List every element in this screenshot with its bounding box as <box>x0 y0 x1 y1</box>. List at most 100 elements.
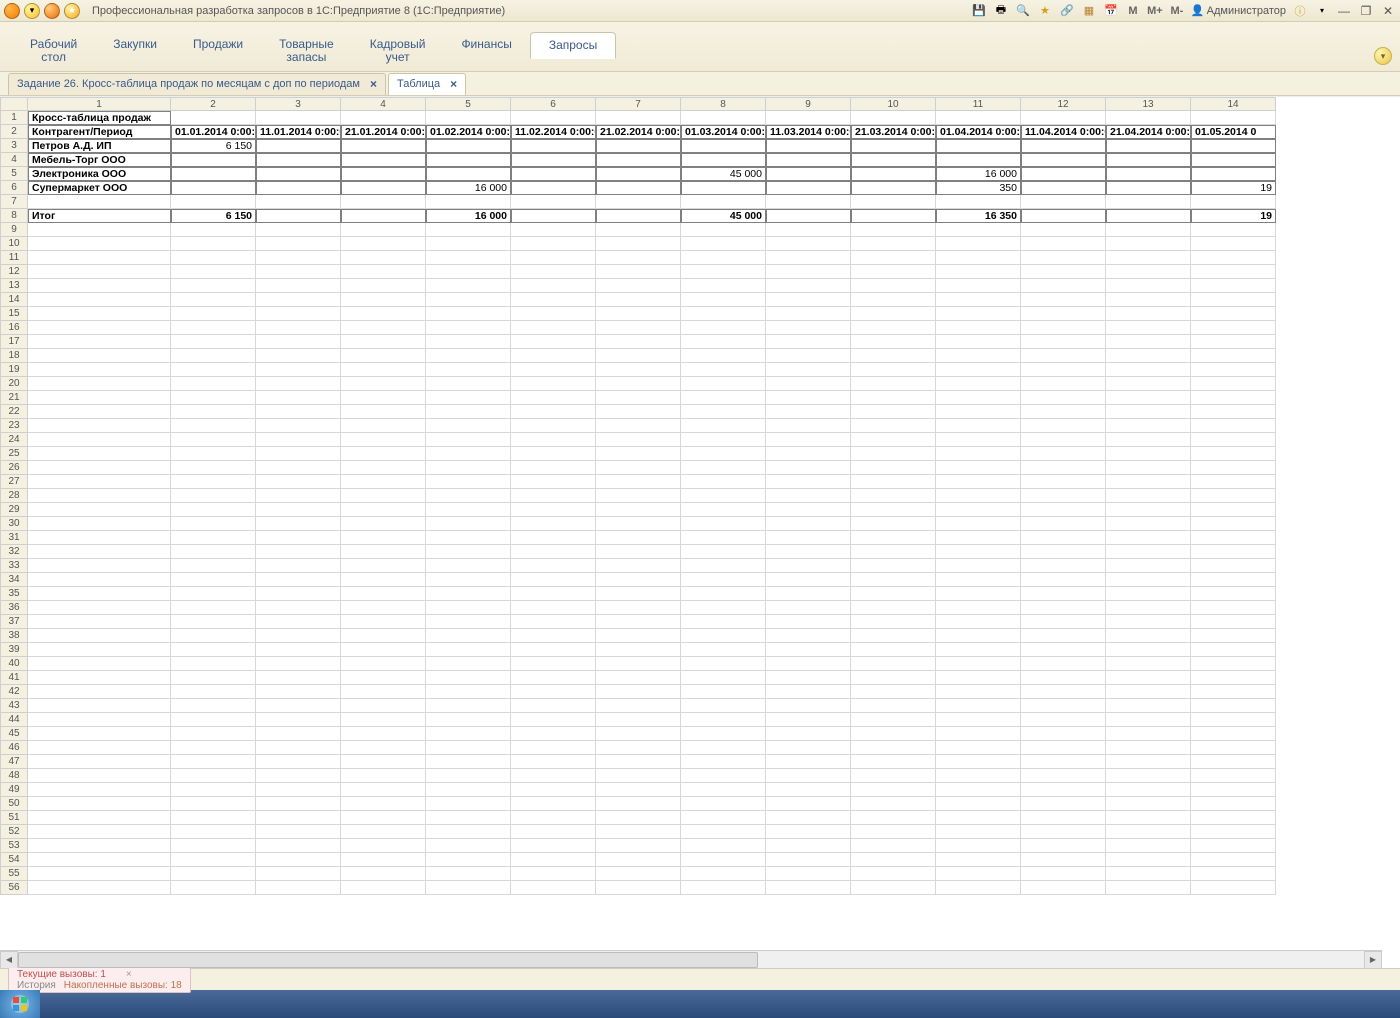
cell[interactable] <box>1021 349 1106 363</box>
column-header[interactable]: 1 <box>28 97 171 111</box>
cell[interactable] <box>511 167 596 181</box>
cell[interactable] <box>936 335 1021 349</box>
cell[interactable] <box>426 391 511 405</box>
cell[interactable] <box>426 615 511 629</box>
row-header[interactable]: 55 <box>0 867 28 881</box>
cell[interactable] <box>171 531 256 545</box>
cell[interactable] <box>171 111 256 125</box>
cell[interactable] <box>171 517 256 531</box>
cell[interactable] <box>936 279 1021 293</box>
cell[interactable] <box>511 391 596 405</box>
cell[interactable] <box>171 755 256 769</box>
cell[interactable] <box>511 265 596 279</box>
cell[interactable] <box>1021 545 1106 559</box>
cell[interactable] <box>341 769 426 783</box>
cell[interactable] <box>1106 139 1191 153</box>
cell[interactable] <box>511 657 596 671</box>
cell[interactable] <box>681 587 766 601</box>
cell[interactable] <box>596 587 681 601</box>
cell[interactable] <box>596 293 681 307</box>
taskbar-item[interactable] <box>293 991 333 1017</box>
row-header[interactable]: 54 <box>0 853 28 867</box>
cell[interactable] <box>1106 433 1191 447</box>
cell[interactable] <box>681 461 766 475</box>
cell[interactable] <box>341 517 426 531</box>
cell[interactable] <box>341 797 426 811</box>
row-header[interactable]: 25 <box>0 447 28 461</box>
cell[interactable] <box>341 293 426 307</box>
row-header[interactable]: 52 <box>0 825 28 839</box>
row-header[interactable]: 14 <box>0 293 28 307</box>
cell[interactable] <box>851 573 936 587</box>
cell[interactable] <box>766 657 851 671</box>
cell[interactable] <box>256 867 341 881</box>
cell[interactable]: Кросс-таблица продаж <box>28 111 171 125</box>
cell[interactable] <box>1021 811 1106 825</box>
nav-back-icon[interactable]: ▾ <box>24 3 40 19</box>
cell[interactable] <box>171 251 256 265</box>
cell[interactable] <box>1191 489 1276 503</box>
cell[interactable] <box>681 139 766 153</box>
cell[interactable] <box>681 657 766 671</box>
cell[interactable] <box>1106 587 1191 601</box>
cell[interactable]: 6 150 <box>171 139 256 153</box>
cell[interactable] <box>766 181 851 195</box>
cell[interactable] <box>1191 377 1276 391</box>
cell[interactable] <box>596 391 681 405</box>
column-header[interactable]: 14 <box>1191 97 1276 111</box>
row-header[interactable]: 19 <box>0 363 28 377</box>
cell[interactable] <box>256 713 341 727</box>
cell[interactable] <box>851 391 936 405</box>
cell[interactable] <box>1191 503 1276 517</box>
cell[interactable] <box>1106 783 1191 797</box>
cell[interactable] <box>936 853 1021 867</box>
cell[interactable] <box>936 797 1021 811</box>
cell[interactable] <box>1021 503 1106 517</box>
cell[interactable] <box>28 811 171 825</box>
cell[interactable] <box>596 671 681 685</box>
cell[interactable] <box>851 797 936 811</box>
cell[interactable] <box>596 223 681 237</box>
cell[interactable] <box>28 727 171 741</box>
cell[interactable] <box>596 825 681 839</box>
cell[interactable] <box>1191 391 1276 405</box>
cell[interactable] <box>1106 657 1191 671</box>
cell[interactable]: Супермаркет ООО <box>28 181 171 195</box>
cell[interactable] <box>28 825 171 839</box>
cell[interactable] <box>28 741 171 755</box>
cell[interactable] <box>256 685 341 699</box>
cell[interactable] <box>936 377 1021 391</box>
cell[interactable] <box>341 685 426 699</box>
cell[interactable] <box>341 475 426 489</box>
cell[interactable] <box>171 307 256 321</box>
expand-panel-button[interactable]: ▾ <box>1374 47 1392 65</box>
cell[interactable] <box>1191 363 1276 377</box>
cell[interactable] <box>681 223 766 237</box>
cell[interactable] <box>256 111 341 125</box>
cell[interactable] <box>511 811 596 825</box>
column-header[interactable]: 11 <box>936 97 1021 111</box>
row-header[interactable]: 34 <box>0 573 28 587</box>
cell[interactable] <box>1106 377 1191 391</box>
cell[interactable]: 21.02.2014 0:00:00 <box>596 125 681 139</box>
cell[interactable] <box>28 853 171 867</box>
cell[interactable] <box>681 517 766 531</box>
cell[interactable] <box>426 629 511 643</box>
cell[interactable] <box>171 587 256 601</box>
cell[interactable] <box>1106 755 1191 769</box>
cell[interactable] <box>1191 671 1276 685</box>
cell[interactable] <box>851 671 936 685</box>
cell[interactable] <box>851 615 936 629</box>
cell[interactable] <box>341 615 426 629</box>
cell[interactable] <box>28 573 171 587</box>
cell[interactable] <box>851 685 936 699</box>
cell[interactable] <box>1021 643 1106 657</box>
cell[interactable] <box>426 587 511 601</box>
cell[interactable] <box>171 363 256 377</box>
cell[interactable] <box>171 223 256 237</box>
cell[interactable]: 01.04.2014 0:00:00 <box>936 125 1021 139</box>
row-header[interactable]: 30 <box>0 517 28 531</box>
cell[interactable] <box>851 769 936 783</box>
cell[interactable] <box>596 699 681 713</box>
cell[interactable] <box>681 475 766 489</box>
